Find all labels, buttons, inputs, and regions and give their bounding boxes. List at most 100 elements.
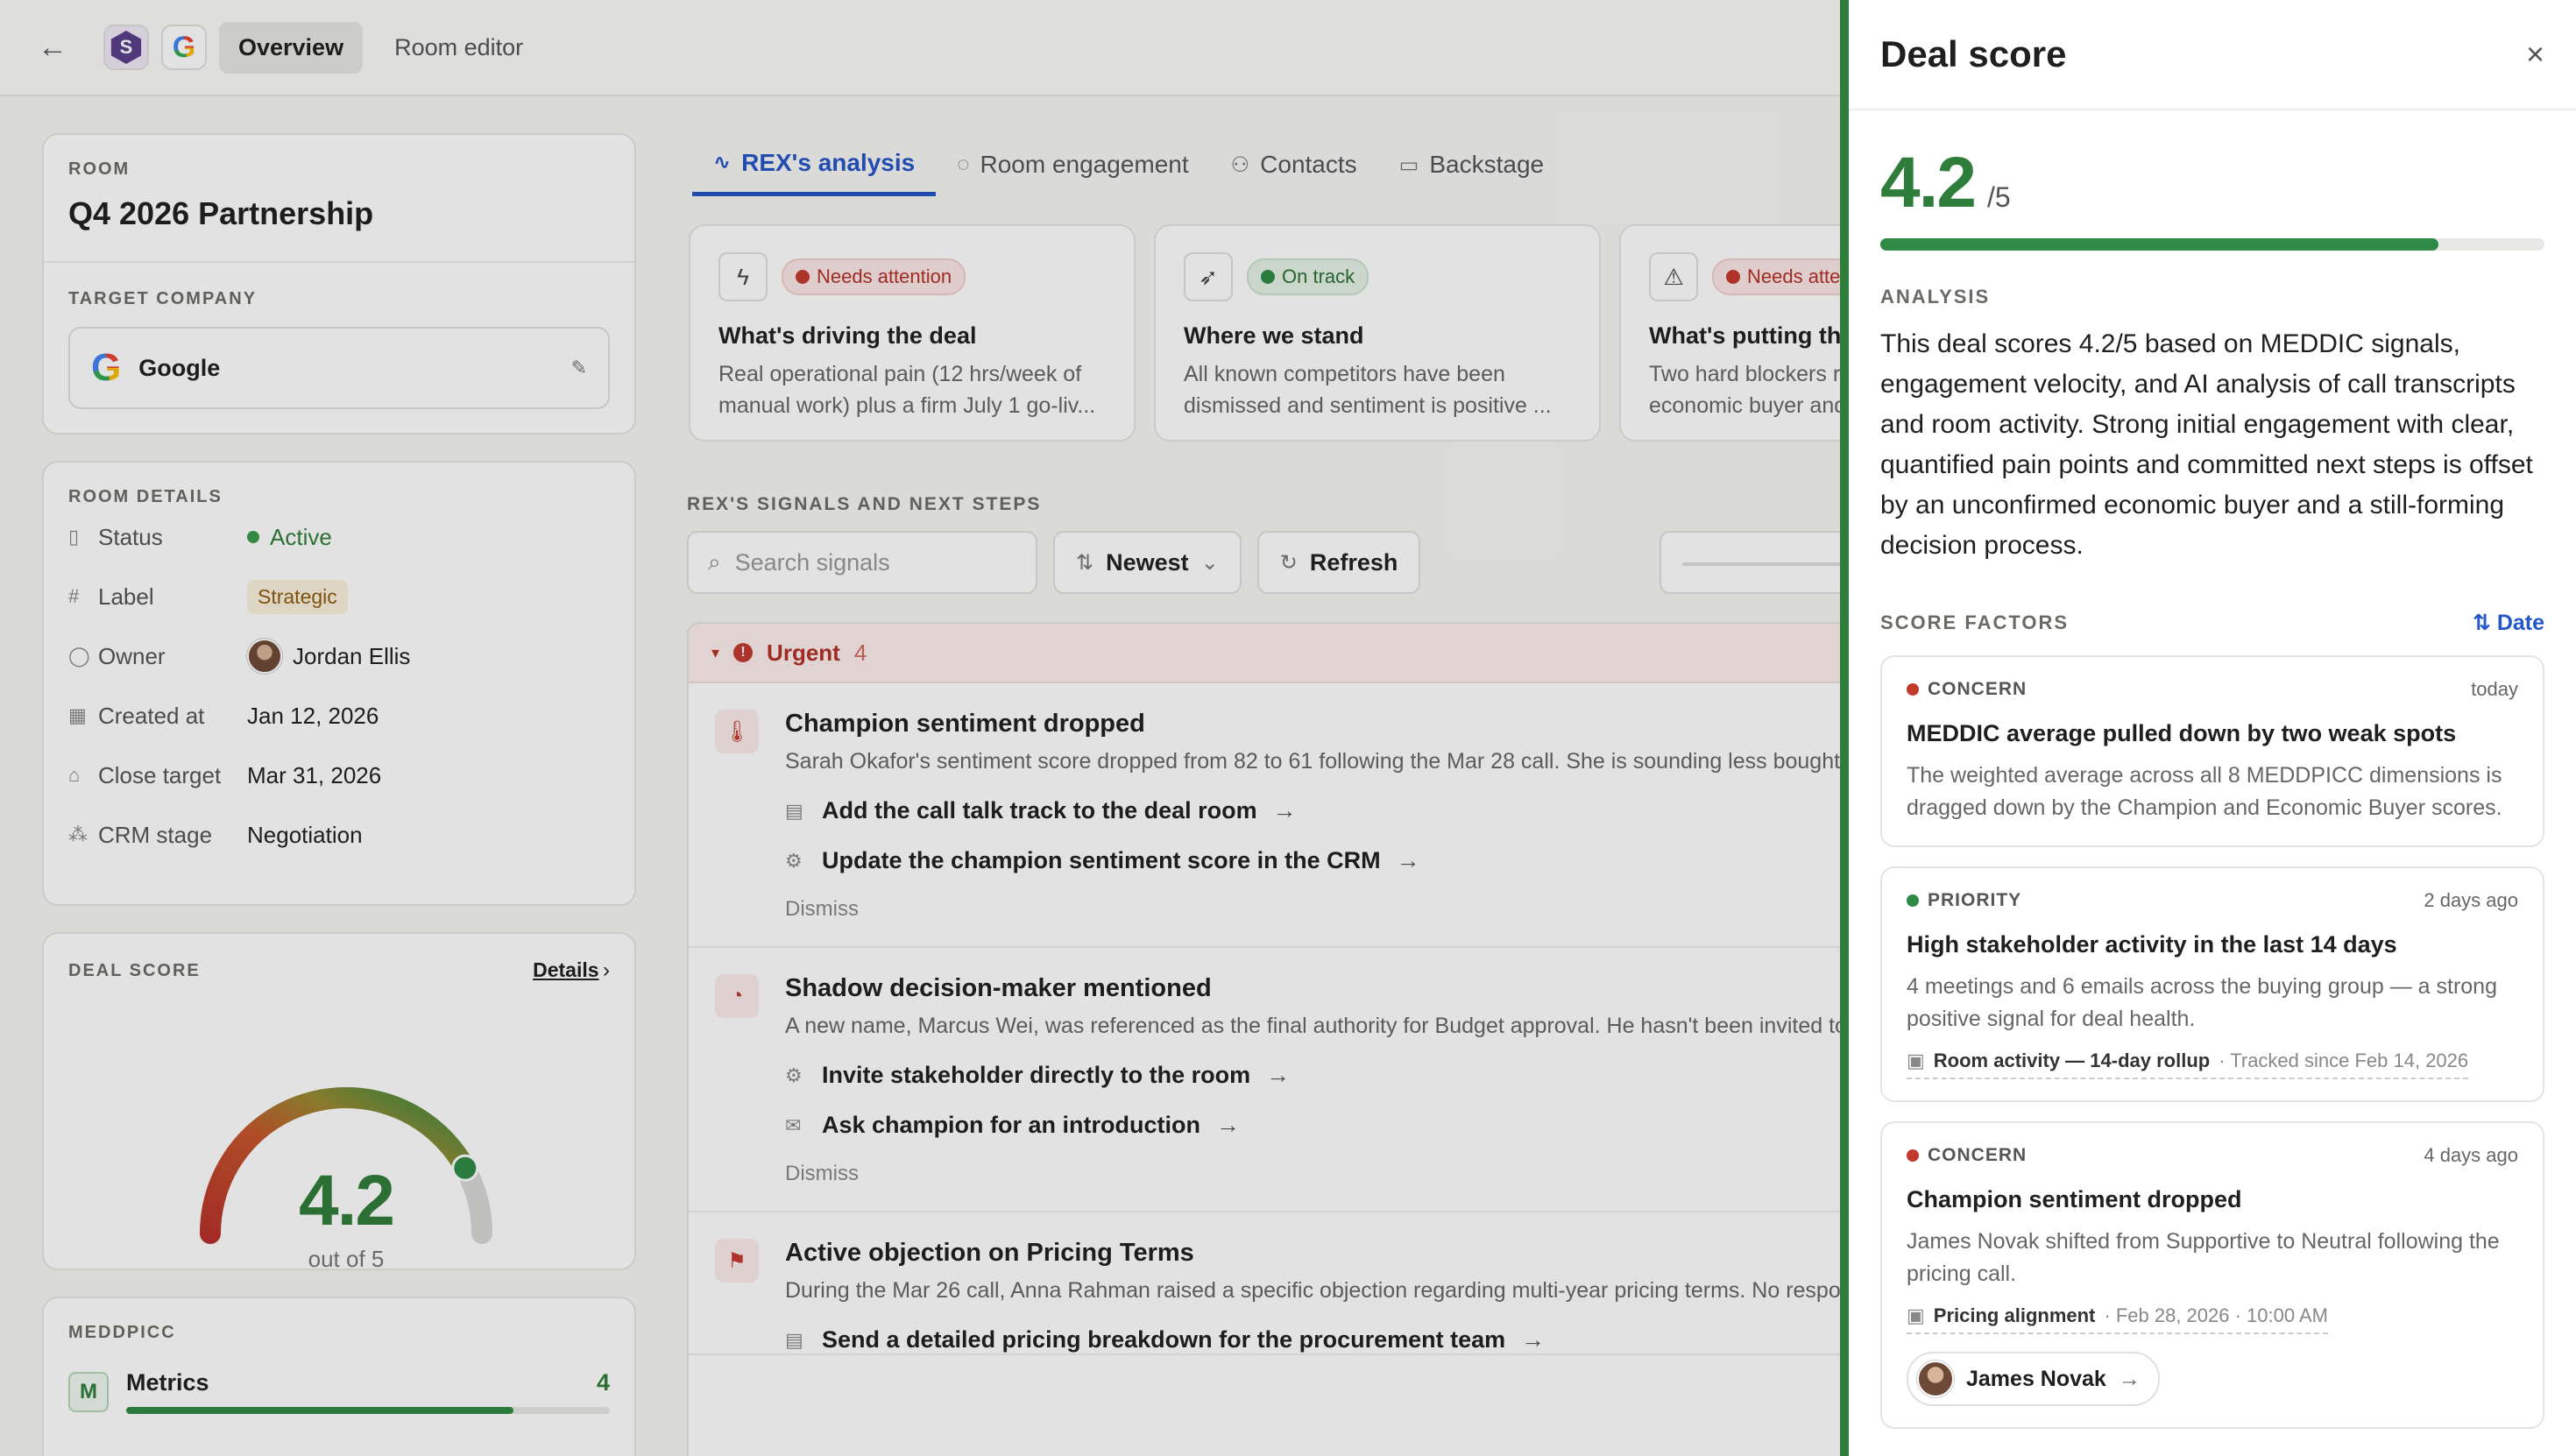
incognito-icon: ◔ [715,974,759,1018]
deal-score-sub: out of 5 [308,1246,385,1272]
status-value[interactable]: Active [247,524,332,551]
warning-icon: ⚠ [1649,252,1698,301]
thermometer-icon: 🌡︎ [715,710,759,753]
document-icon: ▤ [785,1328,803,1351]
company-name: Google [138,354,221,381]
sort-dropdown[interactable]: ⇅ Newest ⌄ [1053,531,1242,594]
pulse-icon: ∿ [713,151,732,174]
analysis-text: This deal scores 4.2/5 based on MEDDIC s… [1880,329,2533,560]
signal-action[interactable]: ⚙ Update the champion sentiment score in … [785,847,1912,874]
detail-row-owner: ◯ Owner Jordan Ellis [68,626,610,686]
tab-rex-analysis[interactable]: ∿ REX's analysis [692,133,937,196]
analysis-label: ANALYSIS [1880,286,1991,307]
meddpicc-row-metrics[interactable]: M Metrics 4 [68,1369,610,1414]
signals-list: ▾ ! Urgent 4 🌡︎ Champion sentiment dropp… [687,622,1914,1456]
arrow-right-icon: → [1272,797,1297,823]
dismiss-button[interactable]: Dismiss [785,897,1912,946]
deal-score-drawer: Deal score × 4.2 /5 ANALYSIS This deal s… [1840,0,2576,1456]
deal-score-card: DEAL SCORE Details › 4.2 out of 5 [42,932,636,1272]
insight-card[interactable]: ➶ On track Where we stand All known comp… [1154,224,1601,442]
status-badge: On track [1247,258,1369,295]
signal-action[interactable]: ▤ Add the call talk track to the deal roo… [785,797,1912,824]
detail-row-crm-stage: ⁂ CRM stage Negotiation [68,821,363,848]
bolt-icon: ϟ [718,252,768,301]
tab-room-editor[interactable]: Room editor [375,22,542,74]
drawer-score-bar [1880,238,2544,251]
sort-icon: ⇅ [1076,550,1094,575]
stage-icon: ⁂ [68,823,88,845]
detail-row-created: ▦ Created at Jan 12, 2026 [68,702,379,729]
owner-value[interactable]: Jordan Ellis [247,639,410,674]
label-chip[interactable]: Strategic [247,579,348,614]
detail-row-label: # Label Strategic [68,567,610,626]
search-box[interactable]: ⌕ [687,531,1037,594]
meddpicc-label: MEDDPICC [68,1323,176,1342]
refresh-button[interactable]: ↻ Refresh [1256,531,1421,594]
room-label: ROOM [68,159,131,179]
image-icon: ▣ [1907,1050,1925,1071]
signal-item: ◔ Shadow decision-maker mentioned A new … [689,948,1912,1212]
main-tabs: ∿ REX's analysis ◌ Room engagement ⚇ Contac… [692,133,1565,196]
arrow-right-icon: → [1216,1112,1241,1138]
chevron-right-icon: › [603,958,610,982]
dismiss-button[interactable]: Dismiss [785,1162,1912,1211]
arrow-right-icon: → [1266,1062,1291,1088]
document-icon: ▤ [785,799,803,822]
target-company-label: TARGET COMPANY [68,289,258,308]
flame-icon: ◌ [957,152,970,176]
signals-toolbar: ⌕ ⇅Newest⌄ ↻Refresh [687,531,1421,594]
rocket-icon: ➶ [1184,252,1233,301]
score-factors-label: SCORE FACTORS [1880,611,2070,633]
concern-dot [1907,683,1919,696]
pencil-icon[interactable]: ✎ [571,357,587,379]
tab-overview[interactable]: Overview [219,21,364,74]
google-logo: G [161,25,207,70]
search-input[interactable] [734,548,998,576]
detail-row-status: ▯ Status Active [68,523,332,551]
room-title: Q4 2026 Partnership [68,195,374,231]
tag-icon: ⌂ [68,764,81,786]
folder-icon: ▭ [1398,152,1419,177]
score-factor-card[interactable]: PRIORITY 2 days ago High stakeholder act… [1880,866,2544,1102]
person-chip[interactable]: James Novak → [1907,1352,2160,1406]
workspace-logo: S [103,25,149,70]
insight-card[interactable]: ϟ Needs attention What's driving the dea… [689,224,1136,442]
refresh-icon: ↻ [1279,550,1298,575]
factor-source-link[interactable]: ▣ Room activity — 14-day rollup · Tracked … [1907,1050,2469,1079]
tab-room-engagement[interactable]: ◌ Room engagement [936,133,1209,196]
score-factor-card[interactable]: CONCERN 4 days ago Champion sentiment dr… [1880,1121,2544,1429]
meddpicc-card: MEDDPICC M Metrics 4 [42,1297,636,1456]
chevron-down-icon: ▾ [711,643,720,661]
signal-action[interactable]: ▤ Send a detailed pricing breakdown for t… [785,1326,1912,1354]
tab-backstage[interactable]: ▭ Backstage [1378,133,1565,196]
meddpicc-progress-fill [126,1407,513,1414]
signals-section-label: REX'S SIGNALS AND NEXT STEPS [687,494,1042,514]
priority-dot [1907,894,1919,907]
status-dot [247,531,259,543]
concern-dot [1907,1149,1919,1162]
mail-icon: ✉ [785,1113,802,1136]
signal-action[interactable]: ⚙ Invite stakeholder directly to the room… [785,1062,1912,1089]
arrow-right-icon: → [1396,847,1420,873]
drawer-score: 4.2 /5 [1880,143,2011,223]
gear-icon: ⚙ [785,1064,803,1086]
factor-source-link[interactable]: ▣ Pricing alignment · Feb 28, 2026 · 10:00… [1907,1304,2328,1334]
signal-item: ⚑ Active objection on Pricing Terms Duri… [689,1212,1912,1355]
chevron-down-icon: ⌄ [1200,550,1219,575]
date-sort-button[interactable]: ⇅ Date [2473,610,2544,636]
signal-item: 🌡︎ Champion sentiment dropped Sarah Okaf… [689,683,1912,948]
target-company-box[interactable]: G Google ✎ [68,327,610,409]
avatar [247,639,282,674]
users-icon: ⚇ [1230,152,1250,177]
objection-icon: ⚑ [715,1239,759,1283]
detail-row-close-target: ⌂ Close target Mar 31, 2026 [68,761,382,788]
status-badge: Needs attention [782,258,966,295]
close-icon[interactable]: × [2526,36,2544,73]
drawer-score-fill [1880,238,2438,251]
urgent-group-header[interactable]: ▾ ! Urgent 4 [689,624,1912,683]
tab-contacts[interactable]: ⚇ Contacts [1210,133,1378,196]
signal-action[interactable]: ✉ Ask champion for an introduction → [785,1112,1912,1139]
back-arrow-icon[interactable]: ← [35,30,70,65]
details-link[interactable]: Details › [533,958,610,983]
score-factor-card[interactable]: CONCERN today MEDDIC average pulled down… [1880,655,2544,847]
